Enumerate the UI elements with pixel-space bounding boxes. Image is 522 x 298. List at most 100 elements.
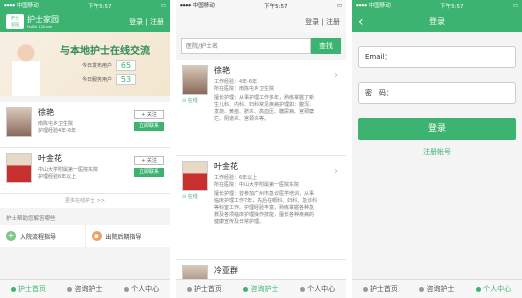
help-item[interactable]: + 入院流程指导 <box>0 225 86 247</box>
avatar <box>182 161 208 191</box>
home-screen: ⦁⦁⦁⦁ 中国移动 下午5:57 ▭ 护士 家园 护士家园 HuShi 120.net … <box>0 0 170 298</box>
chat-icon <box>419 286 425 292</box>
clock: 下午5:57 <box>88 3 112 10</box>
nurse-card[interactable]: 叶金花中山大学附属第一医院东院 护理经验6年以上 + 关注 立即联系 <box>0 148 170 194</box>
tab-me[interactable]: 个人中心 <box>124 284 159 294</box>
page-title: 登录 <box>429 17 445 26</box>
chat-icon <box>243 286 249 292</box>
chevron-right-icon: › <box>334 166 338 177</box>
status-bar: ⦁⦁⦁⦁ 中国移动 下午5:57 ▭ <box>0 0 170 11</box>
register-link[interactable]: 注册帐号 <box>352 147 522 157</box>
avatar <box>182 65 208 95</box>
nurse-experience: 工作经验：6年以上 <box>214 175 258 181</box>
stats: 今日发布用户 65 今日服务用户 53 <box>82 60 137 85</box>
bag-icon: ▪ <box>91 231 102 241</box>
tab-consult[interactable]: 咨询护士 <box>243 284 278 294</box>
tab-me[interactable]: 个人中心 <box>476 284 511 294</box>
online-status: ⊙ 在线 <box>182 194 198 200</box>
nurse-illustration <box>12 42 40 96</box>
home-icon <box>362 286 368 292</box>
back-arrow-icon[interactable]: ‹ <box>358 15 364 29</box>
register-link[interactable]: 注册 <box>326 17 340 27</box>
stat-value: 65 <box>116 60 137 71</box>
register-link[interactable]: 注册 <box>150 18 164 26</box>
user-icon <box>124 286 130 292</box>
tab-me[interactable]: 个人中心 <box>300 284 335 294</box>
nurse-card[interactable]: 徐艳南陈屯乡卫生院 护理经验4年-6年 + 关注 立即联系 <box>0 102 170 148</box>
nurse-hospital: 中山大学附属第一医院东院 <box>38 167 99 173</box>
nurse-description: 擅长护理：从事护理工作多年，熟练掌握了新生儿科、内科、妇科常见疾病护理如：腹泻、… <box>214 95 315 122</box>
home-icon <box>186 286 192 292</box>
nurse-hospital: 所在医院：南陈屯乡卫生院 <box>214 86 275 92</box>
email-field[interactable]: Email： <box>358 46 516 68</box>
separator: | <box>145 17 148 26</box>
follow-button[interactable]: + 关注 <box>134 156 164 165</box>
help-label: 入院流程指导 <box>20 233 57 241</box>
nurse-hospital: 所在医院：中山大学附属第一医院东院 <box>214 182 300 188</box>
status-bar: ⦁⦁⦁⦁ 中国移动 下午5:57 ▭ <box>352 0 522 11</box>
nurse-experience: 工作经验：4年-6年 <box>214 79 258 85</box>
header: ⦁⦁⦁⦁ 中国移动 下午5:57 ▭ 护士 家园 护士家园 HuShi 120.net … <box>0 0 170 32</box>
chat-icon <box>67 286 73 292</box>
help-label: 出院后期指导 <box>105 233 142 241</box>
tab-consult[interactable]: 咨询护士 <box>419 284 454 294</box>
tab-bar: 护士首页 咨询护士 个人中心 <box>352 279 522 298</box>
login-screen: ⦁⦁⦁⦁ 中国移动 下午5:57 ▭ ‹ 登录 Email： 密 码： 登录 注册帐… <box>352 0 522 298</box>
tab-home[interactable]: 护士首页 <box>186 284 222 294</box>
nurse-experience: 护理经验6年以上 <box>38 174 77 180</box>
nurse-name: 叶金花 <box>214 162 238 171</box>
user-icon <box>476 286 482 292</box>
nav-bar: ‹ 登录 <box>352 11 522 32</box>
stat-value: 53 <box>116 74 137 85</box>
more-nurses-link[interactable]: 更多在线护士 >> <box>0 194 170 208</box>
app-title: 护士家园 <box>27 15 59 24</box>
plus-icon: + <box>6 231 16 241</box>
clock: 下午5:57 <box>264 3 288 10</box>
banner[interactable]: 与本地护士在线交流 今日发布用户 65 今日服务用户 53 <box>0 32 170 96</box>
login-link[interactable]: 登录 <box>129 18 143 26</box>
nurse-card[interactable]: ⊙ 在线 徐艳 工作经验：4年-6年 所在医院：南陈屯乡卫生院 擅长护理：从事护理工作… <box>176 60 346 156</box>
banner-slogan: 与本地护士在线交流 <box>60 46 150 57</box>
status-bar: ⦁⦁⦁⦁ 中国移动 下午5:57 ▭ <box>176 0 346 11</box>
nav-bar: 登录 | 注册 <box>176 11 346 32</box>
tab-bar: 护士首页 咨询护士 个人中心 <box>0 279 170 298</box>
password-field[interactable]: 密 码： <box>358 82 516 104</box>
nurse-name: 冷亚群 <box>214 266 238 275</box>
stat-label: 今日发布用户 <box>82 63 113 69</box>
nurse-name: 徐艳 <box>38 108 54 117</box>
nurse-hospital: 南陈屯乡卫生院 <box>38 121 74 127</box>
carrier: ⦁⦁⦁⦁ 中国移动 <box>4 3 39 9</box>
follow-button[interactable]: + 关注 <box>134 110 164 119</box>
nurse-name: 叶金花 <box>38 154 62 163</box>
search-input[interactable] <box>181 38 311 54</box>
tab-home[interactable]: 护士首页 <box>362 284 398 294</box>
battery-icon: ▭ <box>336 2 342 9</box>
email-label: Email： <box>365 53 392 61</box>
login-button[interactable]: 登录 <box>358 118 516 140</box>
carrier: ⦁⦁⦁⦁ 中国移动 <box>356 3 391 9</box>
nurse-card[interactable]: ⊙ 在线 叶金花工作经验：6年以上 所在医院：中山大学附属第一医院东院擅长护理：曾… <box>176 156 346 260</box>
help-grid: + 入院流程指导 ▪ 出院后期指导 <box>0 225 170 247</box>
battery-icon: ▭ <box>512 2 518 9</box>
app-logo: 护士 家园 <box>6 14 24 29</box>
nurse-experience: 护理经验4年-6年 <box>38 128 77 134</box>
search-bar: 查找 <box>176 32 346 60</box>
section-title: 护士帮助您解答哪些 <box>6 216 56 222</box>
clock: 下午5:57 <box>440 3 464 10</box>
help-item[interactable]: ▪ 出院后期指导 <box>86 225 171 247</box>
nurse-description: 擅长护理：曾参加广州市急诊医学培训，从事临床护理工作7年，先后在眼科、妇科、急诊… <box>214 191 318 225</box>
search-button[interactable]: 查找 <box>311 38 341 54</box>
tab-consult[interactable]: 咨询护士 <box>67 284 102 294</box>
avatar <box>6 153 32 183</box>
tab-home[interactable]: 护士首页 <box>10 284 46 294</box>
separator: | <box>321 17 324 26</box>
user-icon <box>300 286 306 292</box>
password-label: 密 码： <box>365 89 393 97</box>
battery-icon: ▭ <box>160 2 166 9</box>
contact-button[interactable]: 立即联系 <box>134 168 164 177</box>
contact-button[interactable]: 立即联系 <box>134 122 164 131</box>
login-link[interactable]: 登录 <box>305 17 319 27</box>
chevron-right-icon: › <box>334 70 338 81</box>
consult-screen: ⦁⦁⦁⦁ 中国移动 下午5:57 ▭ 登录 | 注册 查找 ⊙ 在线 徐艳工作经验：… <box>176 0 346 298</box>
header: ⦁⦁⦁⦁ 中国移动 下午5:57 ▭ ‹ 登录 <box>352 0 522 32</box>
